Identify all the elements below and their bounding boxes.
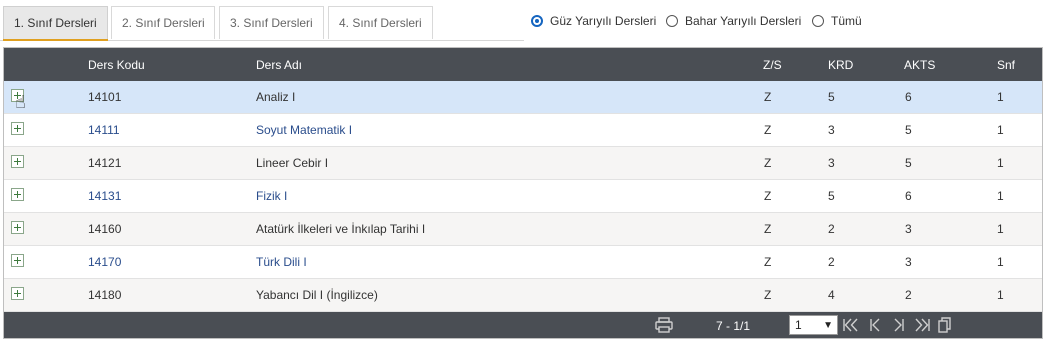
table-row[interactable]: 14170 Türk Dili I Z 2 3 1 [4,246,1042,279]
column-header-krd[interactable]: KRD [828,48,853,81]
cell-krd: 3 [828,156,835,170]
radio-label-fall: Güz Yarıyılı Dersleri [550,14,657,28]
cell-akts: 2 [905,288,912,302]
column-header-zs[interactable]: Z/S [763,48,782,81]
cell-name: Fizik I [256,189,288,203]
cell-snf: 1 [997,123,1004,137]
prev-page-icon[interactable] [866,317,884,333]
cell-zs: Z [764,123,772,137]
cell-snf: 1 [997,255,1004,269]
column-header-code[interactable]: Ders Kodu [88,48,145,81]
column-header-snf[interactable]: Snf [997,48,1015,81]
plus-box-icon[interactable] [11,221,24,234]
radio-fall-semester[interactable]: Güz Yarıyılı Dersleri [531,12,656,30]
cell-code: 14160 [88,222,122,236]
grid-pager: 7 - 1/1 1 ▼ [4,312,1042,338]
copy-icon[interactable] [936,317,954,333]
table-row[interactable]: 14131 Fizik I Z 5 6 1 [4,180,1042,213]
table-row[interactable]: 14180 Yabancı Dil I (İngilizce) Z 4 2 1 [4,279,1042,312]
tab-4th-year[interactable]: 4. Sınıf Dersleri [328,6,433,39]
courses-grid: Ders Kodu Ders Adı Z/S KRD AKTS Snf ☝ 14… [3,47,1043,339]
last-page-icon[interactable] [913,317,931,333]
cell-zs: Z [764,189,772,203]
cell-zs: Z [764,288,772,302]
cell-snf: 1 [997,189,1004,203]
cell-name: Atatürk İlkeleri ve İnkılap Tarihi I [256,222,426,236]
table-row[interactable]: 14160 Atatürk İlkeleri ve İnkılap Tarihi… [4,213,1042,246]
radio-button[interactable] [812,15,824,27]
class-year-tabs: 1. Sınıf Dersleri 2. Sınıf Dersleri 3. S… [0,0,524,42]
cell-code: 14101 [88,90,122,104]
cell-krd: 3 [828,123,835,137]
cell-zs: Z [764,156,772,170]
column-header-akts[interactable]: AKTS [904,48,935,81]
cell-name: Soyut Matematik I [256,123,353,137]
cell-name: Türk Dili I [256,255,307,269]
print-icon[interactable] [655,317,673,333]
plus-box-icon[interactable] [11,254,24,267]
cell-zs: Z [764,222,772,236]
table-row[interactable]: ☝ 14101 Analiz I Z 5 6 1 [4,81,1042,114]
column-header-name[interactable]: Ders Adı [256,48,302,81]
cell-code: 14131 [88,189,122,203]
cell-snf: 1 [997,288,1004,302]
cell-name: Analiz I [256,90,296,104]
cell-snf: 1 [997,90,1004,104]
cell-code: 14170 [88,255,122,269]
cell-krd: 4 [828,288,835,302]
radio-label-all: Tümü [831,14,862,28]
cell-name: Lineer Cebir I [256,156,329,170]
first-page-icon[interactable] [842,317,860,333]
plus-box-icon[interactable] [11,155,24,168]
plus-box-icon[interactable] [11,122,24,135]
page-bottom-strip [0,340,1043,351]
cell-krd: 5 [828,90,835,104]
plus-box-icon[interactable] [11,287,24,300]
page-select-value: 1 [795,318,802,332]
next-page-icon[interactable] [890,317,908,333]
cell-zs: Z [764,90,772,104]
tab-2nd-year[interactable]: 2. Sınıf Dersleri [111,6,215,39]
grid-header: Ders Kodu Ders Adı Z/S KRD AKTS Snf [4,48,1042,81]
cell-code: 14111 [88,123,120,137]
cell-akts: 5 [905,156,912,170]
cell-krd: 2 [828,255,835,269]
cell-code: 14121 [88,156,122,170]
cell-snf: 1 [997,222,1004,236]
cell-krd: 5 [828,189,835,203]
radio-label-spring: Bahar Yarıyılı Dersleri [685,14,802,28]
hand-cursor-icon: ☝ [15,92,26,112]
radio-spring-semester[interactable]: Bahar Yarıyılı Dersleri [666,12,801,30]
table-row[interactable]: 14111 Soyut Matematik I Z 3 5 1 [4,114,1042,147]
cell-akts: 3 [905,255,912,269]
table-row[interactable]: 14121 Lineer Cebir I Z 3 5 1 [4,147,1042,180]
chevron-down-icon: ▼ [823,320,833,331]
page-select[interactable]: 1 ▼ [789,315,838,335]
cell-zs: Z [764,255,772,269]
cell-krd: 2 [828,222,835,236]
tab-1st-year[interactable]: 1. Sınıf Dersleri [3,6,108,41]
page-info: 7 - 1/1 [716,319,751,333]
cell-code: 14180 [88,288,122,302]
radio-button-selected[interactable] [531,15,543,27]
cell-akts: 6 [905,189,912,203]
radio-all[interactable]: Tümü [812,12,862,30]
cell-akts: 3 [905,222,912,236]
cell-akts: 5 [905,123,912,137]
cell-snf: 1 [997,156,1004,170]
cell-name: Yabancı Dil I (İngilizce) [256,288,378,302]
tab-3rd-year[interactable]: 3. Sınıf Dersleri [219,6,324,39]
radio-button[interactable] [666,15,678,27]
plus-box-icon[interactable] [11,188,24,201]
cell-akts: 6 [905,90,912,104]
